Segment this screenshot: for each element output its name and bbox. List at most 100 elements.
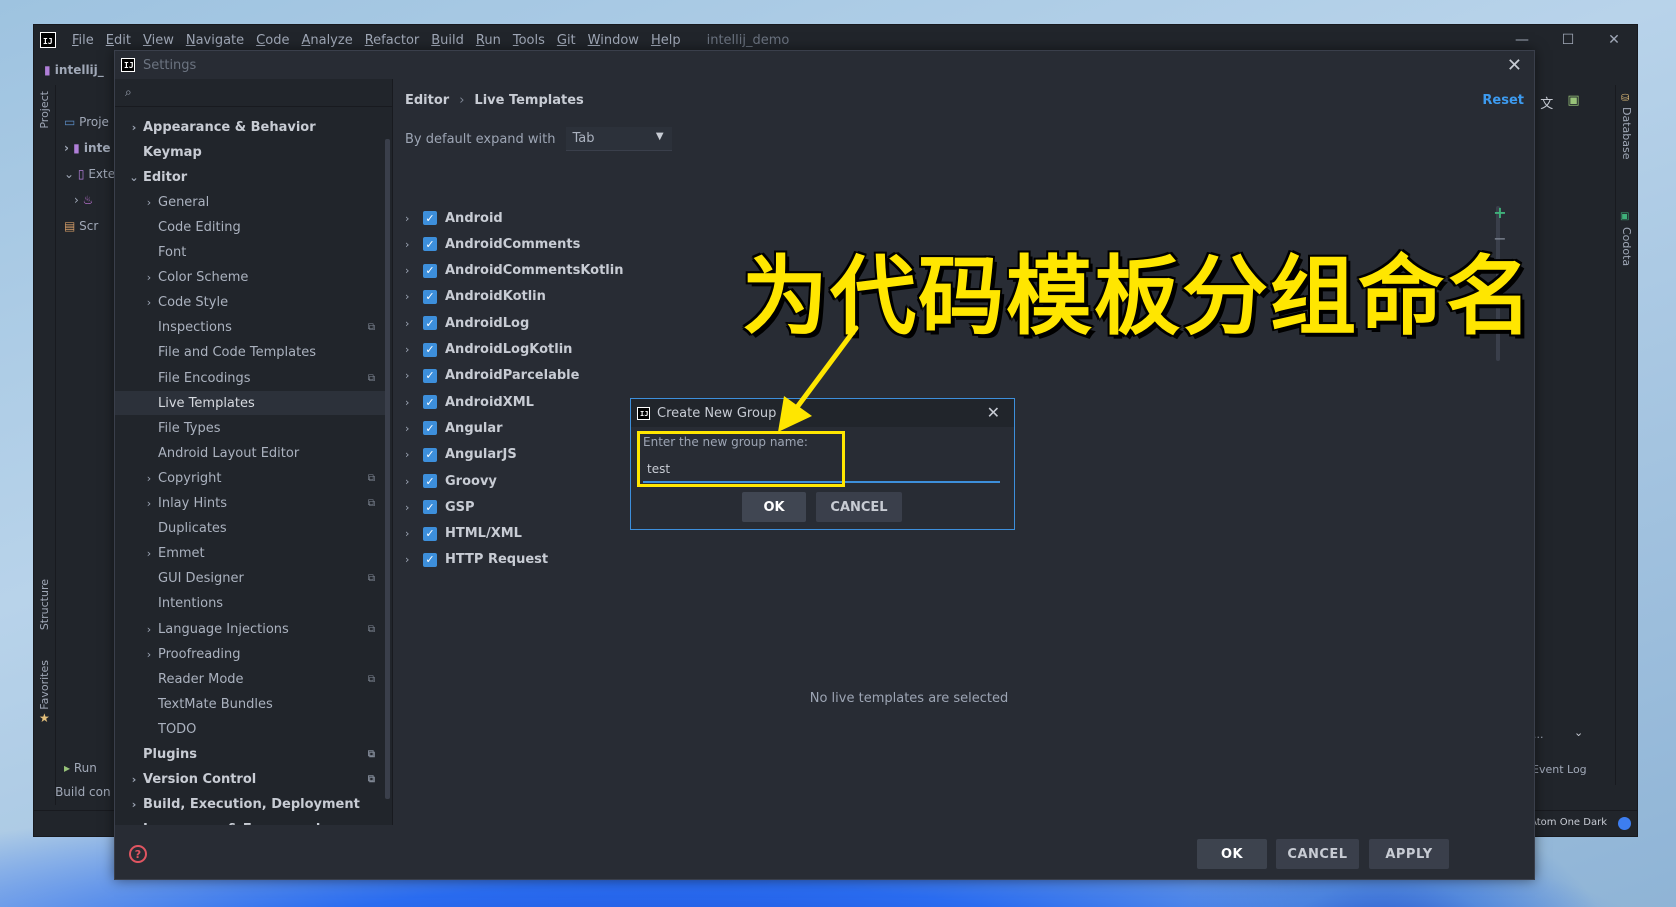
- tree-item-live-templates[interactable]: Live Templates: [115, 391, 385, 416]
- chevron-right-icon[interactable]: ›: [405, 553, 415, 566]
- favorites-side-tab[interactable]: Favorites: [38, 660, 51, 710]
- template-group-checkbox[interactable]: ✓: [423, 474, 437, 488]
- template-group-row[interactable]: › ✓ AndroidLog: [405, 310, 529, 336]
- popup-cancel-button[interactable]: CANCEL: [816, 492, 902, 522]
- structure-side-tab[interactable]: Structure: [38, 579, 51, 630]
- menu-item-edit[interactable]: Edit: [100, 33, 137, 48]
- chevron-icon[interactable]: ›: [127, 121, 141, 134]
- tree-item-intentions[interactable]: Intentions: [115, 592, 385, 616]
- template-group-row[interactable]: › ✓ AngularJS: [405, 442, 517, 468]
- template-group-checkbox[interactable]: ✓: [423, 500, 437, 515]
- chevron-right-icon[interactable]: ›: [405, 448, 415, 461]
- template-group-row[interactable]: › ✓ AndroidParcelable: [405, 363, 579, 389]
- chevron-right-icon[interactable]: ›: [405, 501, 415, 514]
- project-tab[interactable]: ▮ intellij_: [44, 63, 104, 77]
- template-group-checkbox[interactable]: ✓: [423, 263, 437, 278]
- nav-row-project[interactable]: ▭ Proje: [64, 115, 109, 129]
- template-group-row[interactable]: › ✓ AndroidComments: [405, 231, 580, 257]
- tree-item-editor[interactable]: ⌄ Editor: [115, 165, 385, 189]
- chevron-icon[interactable]: ›: [142, 623, 156, 636]
- tree-item-inspections[interactable]: Inspections ⧉: [115, 316, 385, 340]
- tree-item-textmate-bundles[interactable]: TextMate Bundles: [115, 692, 385, 716]
- tree-item-font[interactable]: Font: [115, 241, 385, 265]
- chevron-icon[interactable]: ›: [142, 547, 156, 560]
- database-side-tab[interactable]: Database: [1620, 107, 1633, 160]
- help-icon[interactable]: ?: [129, 845, 147, 863]
- cancel-button[interactable]: CANCEL: [1276, 839, 1359, 869]
- menu-item-code[interactable]: Code: [250, 33, 295, 48]
- template-group-row[interactable]: › ✓ AndroidCommentsKotlin: [405, 258, 623, 284]
- menu-item-refactor[interactable]: Refactor: [359, 33, 426, 48]
- chevron-icon[interactable]: ›: [142, 472, 156, 485]
- chevron-right-icon[interactable]: ›: [405, 369, 415, 382]
- template-group-checkbox[interactable]: ✓: [423, 289, 437, 304]
- tree-item-reader-mode[interactable]: Reader Mode ⧉: [115, 667, 385, 691]
- nav-row-java[interactable]: › ♨: [74, 193, 93, 207]
- template-group-row[interactable]: › ✓ AndroidKotlin: [405, 284, 546, 310]
- tree-item-version-control[interactable]: › Version Control ⧉: [115, 768, 385, 792]
- template-group-checkbox[interactable]: ✓: [423, 342, 437, 357]
- tree-item-build-execution-deployment[interactable]: › Build, Execution, Deployment: [115, 793, 385, 817]
- run-tab[interactable]: ▸ Run: [64, 761, 97, 775]
- template-group-checkbox[interactable]: ✓: [423, 368, 437, 383]
- menu-item-window[interactable]: Window: [582, 33, 645, 48]
- tree-item-general[interactable]: › General: [115, 190, 385, 214]
- tree-item-appearance-behavior[interactable]: › Appearance & Behavior: [115, 115, 385, 139]
- chevron-icon[interactable]: ›: [142, 648, 156, 661]
- menu-item-git[interactable]: Git: [551, 33, 582, 48]
- tree-item-android-layout-editor[interactable]: Android Layout Editor: [115, 441, 385, 465]
- chevron-icon[interactable]: ›: [127, 773, 141, 786]
- reset-link[interactable]: Reset: [1482, 93, 1524, 108]
- menu-item-run[interactable]: Run: [470, 33, 507, 48]
- tree-scrollbar[interactable]: [385, 139, 390, 799]
- template-group-checkbox[interactable]: ✓: [423, 526, 437, 541]
- translate-icon[interactable]: 文: [1540, 93, 1553, 112]
- tree-item-code-style[interactable]: › Code Style: [115, 291, 385, 315]
- menu-item-build[interactable]: Build: [425, 33, 470, 48]
- tree-item-emmet[interactable]: › Emmet: [115, 542, 385, 566]
- nav-row-module[interactable]: › ▮ inte: [64, 141, 110, 155]
- tree-item-color-scheme[interactable]: › Color Scheme: [115, 266, 385, 290]
- tree-item-duplicates[interactable]: Duplicates: [115, 517, 385, 541]
- template-group-row[interactable]: › ✓ Android: [405, 205, 503, 231]
- tree-item-proofreading[interactable]: › Proofreading: [115, 642, 385, 666]
- template-group-checkbox[interactable]: ✓: [423, 237, 437, 252]
- template-group-row[interactable]: › ✓ HTTP Request: [405, 547, 548, 573]
- tree-item-inlay-hints[interactable]: › Inlay Hints ⧉: [115, 492, 385, 516]
- tree-item-file-and-code-templates[interactable]: File and Code Templates: [115, 341, 385, 365]
- template-group-row[interactable]: › ✓ AndroidLogKotlin: [405, 337, 572, 363]
- close-icon[interactable]: ✕: [987, 403, 1000, 422]
- breadcrumb-editor[interactable]: Editor: [405, 93, 449, 108]
- template-group-row[interactable]: › ✓ HTML/XML: [405, 521, 522, 547]
- codota-side-tab[interactable]: Codota: [1620, 227, 1633, 266]
- template-group-row[interactable]: › ✓ Angular: [405, 415, 503, 441]
- chevron-right-icon[interactable]: ›: [405, 422, 415, 435]
- status-indicator-icon[interactable]: [1618, 817, 1631, 830]
- chevron-icon[interactable]: ⌄: [127, 171, 141, 184]
- theme-label[interactable]: Atom One Dark: [1530, 817, 1607, 828]
- chevron-down-icon[interactable]: ⌄: [1574, 726, 1583, 739]
- chevron-right-icon[interactable]: ›: [405, 527, 415, 540]
- tree-item-keymap[interactable]: Keymap: [115, 140, 385, 164]
- tree-item-file-types[interactable]: File Types: [115, 416, 385, 440]
- tree-item-language-injections[interactable]: › Language Injections ⧉: [115, 617, 385, 641]
- chevron-icon[interactable]: ›: [142, 296, 156, 309]
- expand-with-select[interactable]: Tab ▼: [565, 127, 672, 151]
- nav-row-scratches[interactable]: ▤ Scr: [64, 219, 98, 233]
- tree-item-todo[interactable]: TODO: [115, 717, 385, 741]
- template-group-row[interactable]: › ✓ AndroidXML: [405, 389, 534, 415]
- template-group-checkbox[interactable]: ✓: [423, 395, 437, 410]
- close-window-button[interactable]: ✕: [1591, 25, 1637, 55]
- template-group-row[interactable]: › ✓ GSP: [405, 494, 475, 520]
- menu-item-navigate[interactable]: Navigate: [180, 33, 250, 48]
- popup-ok-button[interactable]: OK: [742, 492, 806, 522]
- menu-item-file[interactable]: File: [66, 33, 100, 48]
- template-group-checkbox[interactable]: ✓: [423, 211, 437, 225]
- apply-button[interactable]: APPLY: [1369, 839, 1449, 869]
- chevron-right-icon[interactable]: ›: [405, 264, 415, 277]
- project-side-tab[interactable]: Project: [38, 91, 51, 129]
- menu-item-view[interactable]: View: [137, 33, 180, 48]
- template-group-checkbox[interactable]: ✓: [423, 447, 437, 462]
- maximize-button[interactable]: ☐: [1545, 25, 1591, 55]
- chevron-icon[interactable]: ›: [142, 271, 156, 284]
